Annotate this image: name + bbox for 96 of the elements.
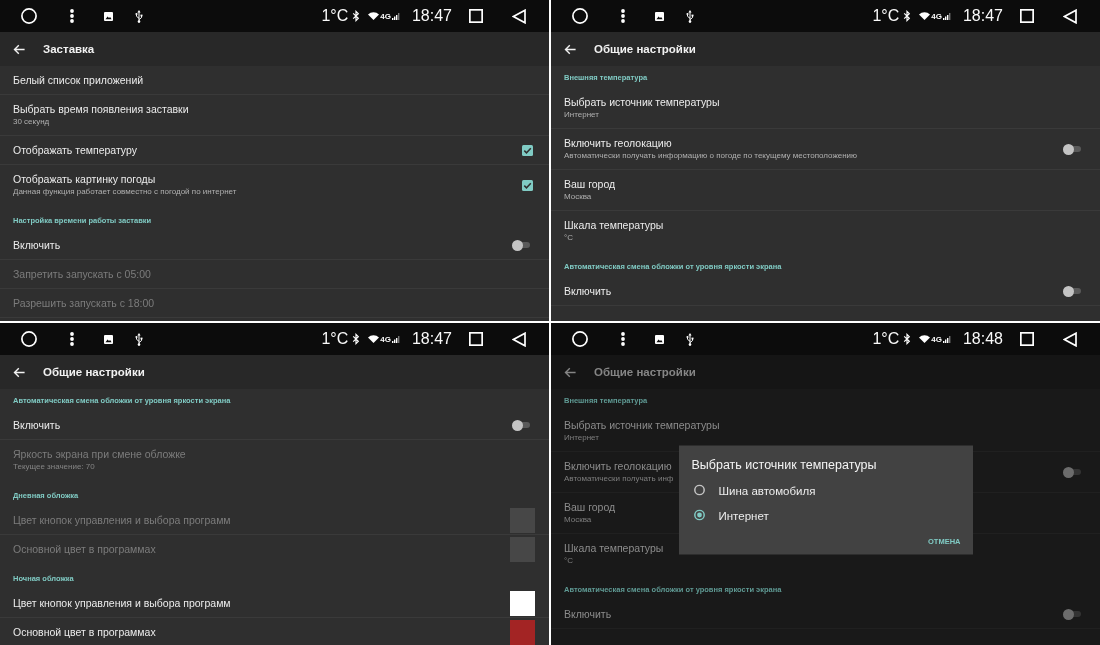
wifi-icon [368, 335, 380, 343]
image-icon [104, 334, 113, 344]
square-icon[interactable] [469, 332, 483, 346]
setting-title[interactable]: Выбрать время появления заставки [13, 103, 189, 116]
setting-title[interactable]: Выбрать источник температуры [564, 96, 720, 109]
radio-icon[interactable] [693, 509, 705, 521]
setting-title[interactable]: Включить [564, 284, 612, 298]
circle-icon[interactable] [21, 331, 37, 347]
temperature-label: 1°C [872, 7, 900, 25]
menu-icon[interactable] [621, 332, 625, 346]
setting-summary: Интернет [564, 110, 599, 120]
circle-icon[interactable] [21, 8, 37, 24]
setting-summary: 30 секунд [13, 117, 50, 127]
screen-title: Общие настройки [594, 42, 696, 56]
triangle-icon[interactable] [512, 331, 526, 347]
setting-summary: Данная функция работает совместно с погодой по интернет [13, 187, 237, 197]
checkbox[interactable] [522, 144, 533, 156]
circle-icon[interactable] [572, 8, 588, 24]
image-icon [104, 11, 113, 21]
square-icon[interactable] [1020, 332, 1034, 346]
setting-summary: Автоматически получать информацию о погоде по текущему местоположению [564, 151, 858, 161]
signal-icon [942, 12, 951, 20]
setting-title[interactable]: Включить [564, 607, 612, 621]
radio-icon[interactable] [693, 484, 705, 496]
toggle-switch[interactable] [1063, 608, 1081, 620]
square-icon[interactable] [469, 9, 483, 23]
setting-summary: Москва [564, 192, 592, 202]
setting-title[interactable]: Отображать температуру [13, 143, 137, 157]
network-label: 4G [931, 12, 942, 21]
setting-title[interactable]: Включить [13, 238, 61, 252]
bluetooth-icon [352, 333, 361, 345]
signal-icon [391, 335, 400, 343]
setting-summary: Текущее значение: 70 [13, 462, 95, 472]
toggle-switch[interactable] [512, 239, 530, 251]
usb-icon [686, 332, 694, 346]
menu-icon[interactable] [70, 332, 74, 346]
bluetooth-icon [903, 10, 912, 22]
screen-title: Общие настройки [594, 365, 696, 379]
setting-title[interactable]: Выбрать источник температуры [564, 419, 720, 432]
toggle-switch[interactable] [1063, 466, 1081, 478]
network-label: 4G [931, 335, 942, 344]
bluetooth-icon [352, 10, 361, 22]
setting-title[interactable]: Шкала температуры [564, 219, 664, 232]
square-icon[interactable] [1020, 9, 1034, 23]
temperature-label: 1°C [321, 7, 349, 25]
setting-title[interactable]: Включить геолокацию [564, 137, 672, 150]
setting-title[interactable]: Цвет кнопок управления и выбора программ [13, 596, 231, 610]
setting-title[interactable]: Отображать картинку погоды [13, 173, 156, 186]
setting-summary: Автоматически получать инф [564, 474, 674, 484]
wifi-icon [919, 12, 931, 20]
radio-option[interactable]: Шина автомобиля [691, 477, 816, 503]
toggle-switch[interactable] [1063, 285, 1081, 297]
setting-title[interactable]: Ваш город [564, 501, 616, 514]
temperature-label: 1°C [872, 330, 900, 348]
usb-icon [135, 332, 143, 346]
menu-icon[interactable] [621, 9, 625, 23]
image-icon [655, 11, 664, 21]
setting-title[interactable]: Ваш город [564, 178, 616, 191]
image-icon [655, 334, 664, 344]
usb-icon [686, 9, 694, 23]
setting-title[interactable]: Включить геолокацию [564, 460, 672, 473]
signal-icon [942, 335, 951, 343]
wifi-icon [368, 12, 380, 20]
setting-summary: Интернет [564, 433, 599, 443]
setting-summary: °C [564, 233, 573, 243]
color-swatch[interactable] [510, 590, 535, 616]
network-label: 4G [380, 335, 391, 344]
dialog-title: Выбрать источник температуры [691, 456, 878, 473]
signal-icon [391, 12, 400, 20]
checkbox[interactable] [522, 179, 533, 191]
setting-title[interactable]: Основной цвет в программах [13, 625, 156, 639]
screen-title: Заставка [43, 42, 95, 56]
wifi-icon [919, 335, 931, 343]
menu-icon[interactable] [70, 9, 74, 23]
time-label: 18:48 [962, 330, 1003, 348]
setting-title[interactable]: Включить [13, 418, 61, 432]
time-label: 18:47 [411, 330, 452, 348]
setting-title[interactable]: Шкала температуры [564, 542, 664, 555]
triangle-icon[interactable] [512, 8, 526, 24]
color-swatch[interactable] [510, 619, 535, 645]
time-label: 18:47 [962, 7, 1003, 25]
toggle-switch[interactable] [1063, 143, 1081, 155]
setting-summary: °C [564, 556, 573, 566]
time-label: 18:47 [411, 7, 452, 25]
temperature-label: 1°C [321, 330, 349, 348]
radio-option[interactable]: Интернет [691, 502, 769, 528]
triangle-icon[interactable] [1063, 331, 1077, 347]
network-label: 4G [380, 12, 391, 21]
triangle-icon[interactable] [1063, 8, 1077, 24]
toggle-switch[interactable] [512, 419, 530, 431]
setting-title[interactable]: Белый список приложений [13, 73, 144, 87]
setting-summary: Москва [564, 515, 592, 525]
bluetooth-icon [903, 333, 912, 345]
circle-icon[interactable] [572, 331, 588, 347]
screen-title: Общие настройки [43, 365, 145, 379]
usb-icon [135, 9, 143, 23]
